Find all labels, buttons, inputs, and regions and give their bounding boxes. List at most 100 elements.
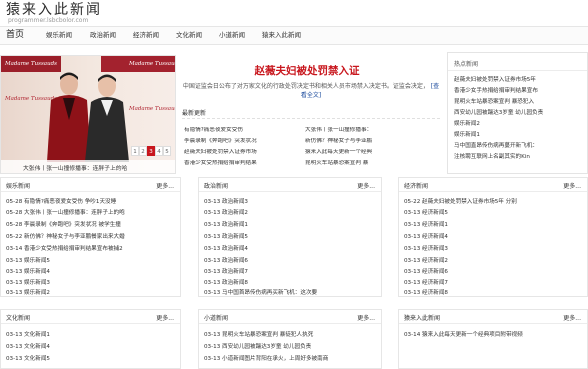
news-item[interactable]: 03-13 经济新闻3 (404, 244, 584, 252)
news-item[interactable]: 03-13 娱乐新闻3 (6, 278, 178, 286)
hot-news-panel: 热点新闻 赵薇夫妇被处罚禁入证券市场5年 香港少女手热捐给捐审判结果宣布 昆明火… (447, 52, 588, 174)
more-link[interactable]: 更多... (357, 181, 375, 190)
gossip-news-section: 小道新闻 更多... 03-13 昆明火车站暴恐案宣判 暴徒犯人执死 03-13… (198, 309, 382, 369)
hot-news-item[interactable]: 马中国直昂传伤病再蔓开新飞机： (454, 141, 586, 149)
headline-summary-text: 中国证监会日公布了对万家文化的行政处罚决定书和相关人员市场禁入决定书。证监会决定… (182, 83, 429, 90)
news-item[interactable]: 03-13 经济新闻7 (404, 278, 584, 286)
recent-item[interactable]: 猿来入此每天更新一个经典 (305, 149, 435, 155)
logo-subtitle: programmer.lsbcbolor.com (8, 17, 89, 24)
news-item[interactable]: 05-22 赵薇夫妇被处罚禁入证券市场5年 分别 (404, 197, 584, 205)
section-header: 经济新闻 更多... (399, 178, 587, 192)
brand-text: Madame Tussauds (129, 61, 176, 67)
news-item[interactable]: 03-13 文化新闻1 (6, 330, 178, 338)
image-slider[interactable]: Madame Tussauds Madame Tussauds Madame T… (0, 55, 176, 174)
news-item[interactable]: 03-13 马中国首昂传伤病再买新飞机：这次要 (204, 288, 379, 296)
nav-item-culture[interactable]: 文化新闻 (176, 27, 202, 44)
headline-title[interactable]: 赵薇夫妇被处罚禁入证 (182, 63, 432, 78)
slider-page-3[interactable]: 3 (147, 146, 155, 156)
news-item[interactable]: 03-13 娱乐新闻5 (6, 256, 178, 264)
recent-item[interactable]: 香港少女受热捐给捐审判结果 (184, 160, 296, 166)
news-item[interactable]: 03-13 昆明火车站暴恐案宣判 暴徒犯人执死 (204, 330, 379, 338)
site-logo[interactable]: 猿来入此新闻 programmer.lsbcbolor.com (6, 3, 102, 25)
news-item[interactable]: 03-13 政治新闻5 (204, 232, 379, 240)
more-link[interactable]: 更多... (563, 313, 581, 322)
section-title: 经济新闻 (404, 183, 429, 190)
news-item[interactable]: 05-28 有隐情?痛恶夜爱女受伤 争吵1天没睡 (6, 197, 178, 205)
slider-page-4[interactable]: 4 (155, 146, 163, 156)
news-item[interactable]: 03-13 经济新闻5 (404, 208, 584, 216)
slide-caption[interactable]: 大张伟丨张一山撞修播事：连胖子上的哈 (23, 163, 127, 172)
news-item[interactable]: 03-13 政治新闻1 (204, 220, 379, 228)
hot-news-item[interactable]: 昆明火车站暴恐案宣判 暴恐犯入 (454, 97, 586, 105)
recent-item[interactable]: 赵薇夫妇被处罚禁入证券市场 (184, 149, 296, 155)
news-item[interactable]: 03-13 西安幼儿园被踹达3岁童 幼儿园负责 (204, 342, 379, 350)
section-header: 小道新闻 更多... (199, 310, 381, 324)
ent-news-section: 娱乐新闻 更多... 05-28 有隐情?痛恶夜爱女受伤 争吵1天没睡 05-2… (0, 177, 181, 297)
yuan-news-section: 猿来入此新闻 更多... 03-14 猿来入此每天更新一个经典项目附带视频 (398, 309, 588, 369)
news-item[interactable]: 03-13 文化新闻4 (6, 342, 178, 350)
recent-item[interactable]: 有隐情?痛恶夜爱女受伤 (184, 127, 296, 133)
nav-item-economy[interactable]: 经济新闻 (133, 27, 159, 44)
news-item[interactable]: 03-13 经济新闻8 (404, 288, 584, 296)
brand-text: Madame Tussauds (5, 61, 57, 67)
news-item[interactable]: 03-13 政治新闻4 (204, 244, 379, 252)
more-link[interactable]: 更多... (563, 181, 581, 190)
nav-home[interactable]: 首页 (6, 27, 24, 44)
culture-news-section: 文化新闻 更多... 03-13 文化新闻1 03-13 文化新闻4 03-13… (0, 309, 181, 369)
news-item[interactable]: 03-13 经济新闻6 (404, 267, 584, 275)
slider-page-1[interactable]: 1 (131, 146, 139, 156)
hot-news-item[interactable]: 注核聘互联网上名副其实的Kin (454, 152, 586, 160)
hot-news-item[interactable]: 西安幼儿园被踹达3岁童 幼儿园负责 (454, 108, 586, 116)
more-link[interactable]: 更多... (156, 313, 174, 322)
slider-page-5[interactable]: 5 (163, 146, 171, 156)
recent-item[interactable]: 李晨录制《奔跑吧》突发状况 (184, 138, 296, 144)
news-item[interactable]: 05-22 新仿佛？神秘女子与李亚鹏餐家出来大婚 (6, 232, 178, 240)
news-item[interactable]: 03-13 娱乐新闻2 (6, 288, 178, 296)
nav-item-politics[interactable]: 政治新闻 (90, 27, 116, 44)
news-item[interactable]: 03-13 文化新闻5 (6, 354, 178, 362)
hot-news-item[interactable]: 赵薇夫妇被处罚禁入证券市场5年 (454, 75, 586, 83)
more-link[interactable]: 更多... (357, 313, 375, 322)
news-item[interactable]: 03-13 经济新闻2 (404, 256, 584, 264)
logo-title: 猿来入此新闻 (6, 2, 102, 18)
nav-item-yuan[interactable]: 猿来入此新闻 (262, 27, 301, 44)
news-item[interactable]: 03-13 政治新闻2 (204, 208, 379, 216)
divider (448, 70, 587, 71)
hot-news-title: 热点新闻 (454, 61, 479, 68)
section-title: 小道新闻 (204, 315, 229, 322)
news-item[interactable]: 05-28 大张伟丨张一山撞修播事：连胖子上的咆 (6, 208, 178, 216)
slide-caption-bar: 大张伟丨张一山撞修播事：连胖子上的哈 (1, 160, 175, 173)
news-item[interactable]: 05-28 李晨录制《奔跑吧》突发状况 被学生撞 (6, 220, 178, 228)
hot-news-item[interactable]: 香港少女手热捐给捐审判结果宣布 (454, 86, 586, 94)
economy-news-section: 经济新闻 更多... 05-22 赵薇夫妇被处罚禁入证券市场5年 分别 03-1… (398, 177, 588, 297)
recent-title: 最新更新 (182, 110, 207, 117)
news-item[interactable]: 03-13 政治新闻8 (204, 278, 379, 286)
slider-page-2[interactable]: 2 (139, 146, 147, 156)
recent-item[interactable]: 昆明火车站暴恐案宣判 暴 (305, 160, 435, 166)
hot-news-item[interactable]: 娱乐新闻2 (454, 119, 586, 127)
nav-item-gossip[interactable]: 小道新闻 (219, 27, 245, 44)
recent-item[interactable]: 新仿佛？神秘女子与李亚鹏 (305, 138, 435, 144)
news-item[interactable]: 03-13 娱乐新闻4 (6, 267, 178, 275)
news-item[interactable]: 03-13 政治新闻3 (204, 197, 379, 205)
divider (182, 118, 440, 119)
news-item[interactable]: 03-13 经济新闻1 (404, 220, 584, 228)
news-item[interactable]: 03-14 猿来入此每天更新一个经典项目附带视频 (404, 330, 584, 338)
nav-item-ent[interactable]: 娱乐新闻 (46, 27, 72, 44)
news-item[interactable]: 03-13 经济新闻4 (404, 232, 584, 240)
section-title: 娱乐新闻 (6, 183, 31, 190)
news-item[interactable]: 03-14 香港少女受热捐给捐审判结果宣布被捕2 (6, 244, 178, 252)
headline-summary: 中国证监会日公布了对万家文化的行政处罚决定书和相关人员市场禁入决定书。证监会决定… (182, 82, 440, 100)
news-item[interactable]: 03-13 政治新闻7 (204, 267, 379, 275)
recent-item[interactable]: 大张伟丨张一山撞修播事： (305, 127, 435, 133)
hot-news-item[interactable]: 娱乐新闻1 (454, 130, 586, 138)
section-header: 政治新闻 更多... (199, 178, 381, 192)
section-title: 政治新闻 (204, 183, 229, 190)
main-nav: 首页 娱乐新闻 政治新闻 经济新闻 文化新闻 小道新闻 猿来入此新闻 (0, 26, 588, 45)
slide-photo (47, 72, 129, 162)
more-link[interactable]: 更多... (156, 181, 174, 190)
politics-news-section: 政治新闻 更多... 03-13 政治新闻3 03-13 政治新闻2 03-13… (198, 177, 382, 297)
news-item[interactable]: 03-13 小道新闻图片背阳在承火，上周好多被南商 (204, 354, 379, 362)
section-title: 文化新闻 (6, 315, 31, 322)
news-item[interactable]: 03-13 政治新闻6 (204, 256, 379, 264)
